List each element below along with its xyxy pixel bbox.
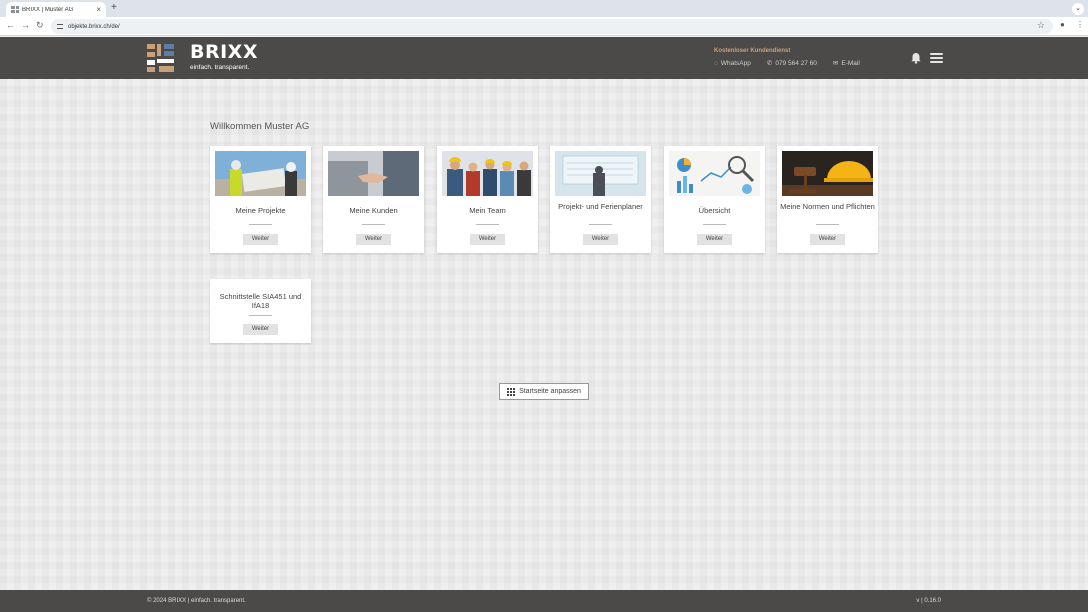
team-image: [442, 151, 533, 196]
card-divider: [362, 224, 385, 225]
card-divider: [476, 224, 499, 225]
whatsapp-link[interactable]: ◌ WhatsApp: [714, 59, 751, 67]
handshake-image: [328, 151, 419, 196]
card-title: Projekt- und Ferienplaner: [558, 202, 643, 211]
whatsapp-icon: ◌: [714, 59, 718, 67]
card-divider: [703, 224, 726, 225]
card-uebersicht[interactable]: Übersicht Weiter: [664, 146, 765, 253]
back-arrow-icon[interactable]: ←: [6, 20, 15, 30]
welcome-heading: Willkommen Muster AG: [210, 121, 310, 132]
email-link[interactable]: ✉ E-Mail: [832, 59, 860, 68]
card-schnittstelle-sia451-und-ifa18[interactable]: Schnittstelle SIA451 und IfA18 Weiter: [210, 279, 311, 343]
charts-image: [669, 151, 760, 196]
customize-start-page-button[interactable]: Startseite anpassen: [499, 383, 589, 400]
card-title: Meine Normen und Pflichten: [780, 202, 875, 211]
customize-label: Startseite anpassen: [519, 388, 581, 395]
card-title: Meine Projekte: [235, 206, 286, 215]
card-meine-projekte[interactable]: Meine Projekte Weiter: [210, 146, 311, 253]
gavel-hardhat-image: [782, 151, 873, 196]
card-meine-normen-und-pflichten[interactable]: Meine Normen und Pflichten Weiter: [777, 146, 878, 253]
support-title: Kostenloser Kundendienst: [714, 48, 791, 54]
card-mein-team[interactable]: Mein Team Weiter: [437, 146, 538, 253]
hamburger-menu-icon[interactable]: [930, 53, 943, 63]
brand-tagline: einfach. transparent.: [190, 64, 250, 71]
tab-search-icon[interactable]: ⌄: [1072, 3, 1084, 15]
browser-menu-icon[interactable]: ⋮: [1076, 20, 1084, 29]
url-text: objekte.brixx.ch/de/: [68, 23, 120, 30]
profile-icon[interactable]: ●: [1060, 20, 1065, 29]
construction-workers-image: [215, 151, 306, 196]
weiter-button[interactable]: Weiter: [243, 324, 278, 335]
browser-tab[interactable]: BRIXX | Muster AG ×: [6, 2, 106, 17]
card-projekt-und-ferienplaner[interactable]: Projekt- und Ferienplaner Weiter: [550, 146, 651, 253]
weiter-button[interactable]: Weiter: [810, 234, 845, 245]
tab-close-icon[interactable]: ×: [96, 5, 101, 14]
url-field[interactable]: objekte.brixx.ch/de/ ☆: [51, 19, 1053, 34]
bell-icon[interactable]: [910, 52, 922, 64]
site-settings-icon[interactable]: [57, 24, 63, 29]
card-meine-kunden[interactable]: Meine Kunden Weiter: [323, 146, 424, 253]
main-content: Willkommen Muster AG Meine Projekte Weit…: [0, 79, 1088, 590]
phone-number: 079 564 27 60: [775, 59, 817, 67]
card-divider: [249, 315, 272, 316]
envelope-icon: ✉: [832, 60, 839, 67]
phone-link[interactable]: ✆ 079 564 27 60: [766, 59, 817, 68]
footer-version: v | 0.16.0: [916, 598, 941, 604]
app-header: BRIXX einfach. transparent. Kostenloser …: [0, 37, 1088, 79]
whatsapp-label: WhatsApp: [720, 59, 751, 67]
browser-tab-bar: BRIXX | Muster AG × + ⌄: [0, 0, 1088, 17]
reload-icon[interactable]: ↻: [36, 20, 44, 31]
card-title: Übersicht: [698, 206, 731, 215]
page-footer: © 2024 BRIXX | einfach. transparent. v |…: [0, 590, 1088, 612]
email-label: E-Mail: [841, 59, 860, 67]
card-divider: [816, 224, 839, 225]
card-title: Schnittstelle SIA451 und IfA18: [219, 292, 302, 310]
footer-copyright: © 2024 BRIXX | einfach. transparent.: [147, 598, 246, 604]
new-tab-button[interactable]: +: [111, 2, 117, 13]
brixx-favicon-icon: [11, 6, 19, 13]
weiter-button[interactable]: Weiter: [470, 234, 505, 245]
grid-icon: [507, 387, 516, 396]
card-title: Mein Team: [469, 206, 506, 215]
brixx-logo-icon[interactable]: [147, 44, 174, 72]
bookmark-star-icon[interactable]: ☆: [1037, 20, 1045, 31]
card-divider: [249, 224, 272, 225]
browser-tab-title: BRIXX | Muster AG: [22, 6, 74, 13]
support-links: ◌ WhatsApp ✆ 079 564 27 60 ✉ E-Mail: [714, 59, 860, 68]
forward-arrow-icon[interactable]: →: [21, 20, 30, 30]
phone-icon: ✆: [766, 60, 773, 67]
card-divider: [589, 224, 612, 225]
planning-board-image: [555, 151, 646, 196]
browser-address-bar: ← → ↻ objekte.brixx.ch/de/ ☆ ● ⋮: [0, 17, 1088, 36]
weiter-button[interactable]: Weiter: [243, 234, 278, 245]
weiter-button[interactable]: Weiter: [356, 234, 391, 245]
weiter-button[interactable]: Weiter: [697, 234, 732, 245]
brand-name[interactable]: BRIXX: [190, 43, 258, 62]
weiter-button[interactable]: Weiter: [583, 234, 618, 245]
card-title: Meine Kunden: [349, 206, 398, 215]
